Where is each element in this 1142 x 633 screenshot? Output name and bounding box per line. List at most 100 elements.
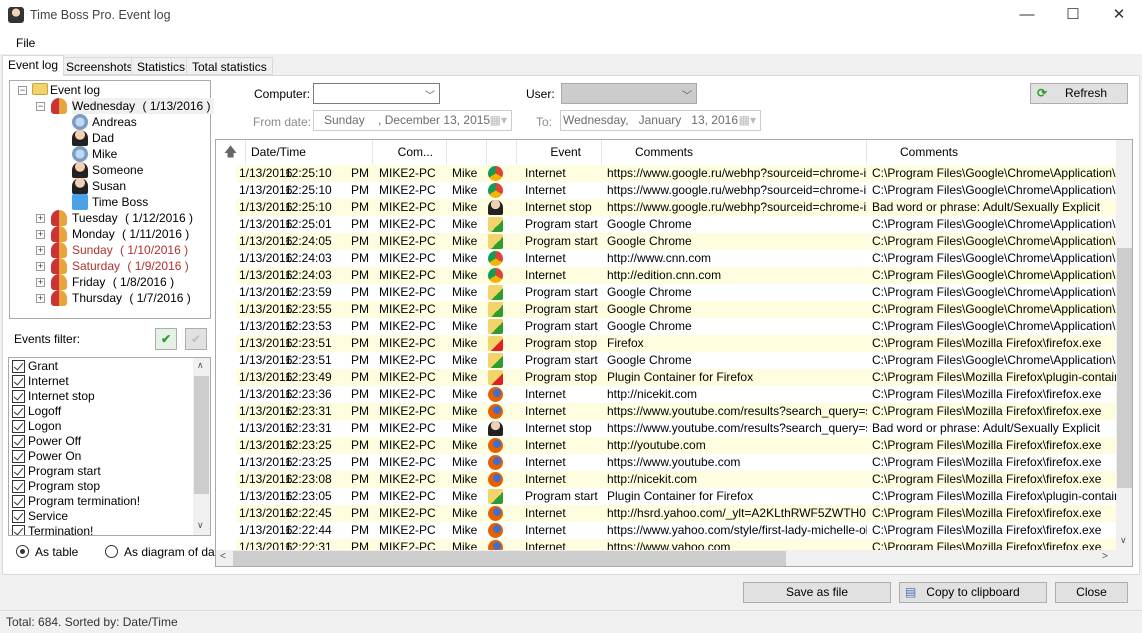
filter-checkbox-logon[interactable] <box>12 420 25 433</box>
table-row[interactable]: 1/13/2016 12:23:51 PM MIKE2-PC Mike Program s… <box>236 335 1116 352</box>
scroll-up-icon[interactable]: ∧ <box>197 360 204 371</box>
uncheck-all-button[interactable]: ✔ <box>185 328 207 350</box>
tree-user-susan[interactable]: Susan <box>92 178 126 194</box>
table-row[interactable]: 1/13/2016 12:23:25 PM MIKE2-PC Mike Internet h… <box>236 454 1116 471</box>
tree-user-time-boss[interactable]: Time Boss <box>92 194 148 210</box>
sort-arrow-icon[interactable]: 🡅 <box>216 140 246 164</box>
tab-total-statistics[interactable]: Total statistics <box>186 57 273 75</box>
table-row[interactable]: 1/13/2016 12:25:10 PM MIKE2-PC Mike Internet … <box>236 199 1116 216</box>
table-row[interactable]: 1/13/2016 12:23:25 PM MIKE2-PC Mike Internet h… <box>236 437 1116 454</box>
minimize-button[interactable]: — <box>1004 0 1050 32</box>
close-window-button[interactable]: ✕ <box>1096 0 1142 32</box>
cell-ampm: PM <box>351 251 369 265</box>
column-header-user[interactable] <box>447 140 487 164</box>
computer-select[interactable]: ﹀ <box>313 83 440 104</box>
tab-statistics[interactable]: Statistics <box>131 57 192 75</box>
copy-to-clipboard-button[interactable]: ▤ Copy to clipboard <box>899 582 1047 603</box>
filter-checkbox-program-start[interactable] <box>12 465 25 478</box>
filter-checkbox-power-off[interactable] <box>12 435 25 448</box>
filter-checkbox-termination-[interactable] <box>12 525 25 535</box>
filter-checkbox-internet-stop[interactable] <box>12 390 25 403</box>
tree-day-sunday[interactable]: Sunday ( 1/10/2016 ) <box>72 242 188 258</box>
cell-computer: MIKE2-PC <box>379 183 436 197</box>
tree-day-saturday[interactable]: Saturday ( 1/9/2016 ) <box>72 258 189 274</box>
table-row[interactable]: 1/13/2016 12:23:51 PM MIKE2-PC Mike Program s… <box>236 352 1117 369</box>
event-tree[interactable]: − Event log − Wednesday ( 1/13/2016 ) Andrea… <box>9 80 214 319</box>
table-row[interactable]: 1/13/2016 12:23:31 PM MIKE2-PC Mike Internet h… <box>236 403 1116 420</box>
tree-day-friday[interactable]: Friday ( 1/8/2016 ) <box>72 274 174 290</box>
table-row[interactable]: 1/13/2016 12:23:49 PM MIKE2-PC Mike Program s… <box>236 369 1117 386</box>
table-row[interactable]: 1/13/2016 12:25:10 PM MIKE2-PC Mike Internet h… <box>236 165 1117 182</box>
table-row[interactable]: 1/13/2016 12:25:10 PM MIKE2-PC Mike Internet h… <box>236 182 1117 199</box>
table-row[interactable]: 1/13/2016 12:24:03 PM MIKE2-PC Mike Internet h… <box>236 250 1117 267</box>
to-date-picker[interactable]: Wednesday, January 13, 2016 ▦▾ <box>560 110 761 131</box>
filter-checkbox-logoff[interactable] <box>12 405 25 418</box>
expand-icon[interactable]: + <box>36 246 45 255</box>
tree-day-wednesday[interactable]: Wednesday ( 1/13/2016 ) <box>72 98 214 114</box>
filter-checkbox-program-stop[interactable] <box>12 480 25 493</box>
tab-screenshots[interactable]: Screenshots <box>60 57 139 75</box>
tree-user-dad[interactable]: Dad <box>92 130 114 146</box>
tree-root[interactable]: Event log <box>50 82 100 98</box>
user-select[interactable]: ﹀ <box>561 83 697 104</box>
tree-day-monday[interactable]: Monday ( 1/11/2016 ) <box>72 226 189 242</box>
as-table-radio[interactable] <box>16 545 29 558</box>
table-row[interactable]: 1/13/2016 12:23:55 PM MIKE2-PC Mike Program s… <box>236 301 1117 318</box>
table-row[interactable]: 1/13/2016 12:23:31 PM MIKE2-PC Mike Internet … <box>236 420 1116 437</box>
filter-checkbox-internet[interactable] <box>12 375 25 388</box>
column-header-computer[interactable]: Com... <box>373 140 447 164</box>
table-vertical-scrollbar[interactable]: ∨ <box>1116 140 1132 551</box>
filter-checkbox-power-on[interactable] <box>12 450 25 463</box>
tree-day-tuesday[interactable]: Tuesday ( 1/12/2016 ) <box>72 210 193 226</box>
expand-icon[interactable]: + <box>36 278 45 287</box>
tree-user-mike[interactable]: Mike <box>92 146 117 162</box>
table-row[interactable]: 1/13/2016 12:24:05 PM MIKE2-PC Mike Program s… <box>236 233 1117 250</box>
menu-file[interactable]: File <box>16 36 35 50</box>
close-button[interactable]: Close <box>1055 582 1128 603</box>
table-hscroll-thumb[interactable] <box>233 551 786 566</box>
scroll-left-icon[interactable]: < <box>220 551 226 562</box>
column-header-icon[interactable] <box>487 140 517 164</box>
filter-checkbox-service[interactable] <box>12 510 25 523</box>
table-row[interactable]: 1/13/2016 12:22:45 PM MIKE2-PC Mike Internet h… <box>236 505 1116 522</box>
table-row[interactable]: 1/13/2016 12:25:01 PM MIKE2-PC Mike Program s… <box>236 216 1117 233</box>
filter-scrollbar[interactable]: ∧ ∨ <box>193 358 210 535</box>
scroll-down-icon[interactable]: ∨ <box>197 520 204 531</box>
tree-user-someone[interactable]: Someone <box>92 162 143 178</box>
collapse-icon[interactable]: − <box>36 102 45 111</box>
table-vscroll-thumb[interactable] <box>1117 248 1132 488</box>
table-row[interactable]: 1/13/2016 12:23:08 PM MIKE2-PC Mike Internet h… <box>236 471 1116 488</box>
from-date-picker[interactable]: Sunday , December 13, 2015 ▦▾ <box>313 110 512 131</box>
expand-icon[interactable]: + <box>36 214 45 223</box>
expand-icon[interactable]: + <box>36 230 45 239</box>
tree-user-andreas[interactable]: Andreas <box>92 114 137 130</box>
column-header-comments[interactable]: Comments <box>602 140 867 164</box>
filter-scroll-thumb[interactable] <box>194 376 209 494</box>
column-header-event[interactable]: Event <box>517 140 602 164</box>
table-row[interactable]: 1/13/2016 12:23:59 PM MIKE2-PC Mike Program s… <box>236 284 1117 301</box>
scroll-down-icon[interactable]: ∨ <box>1120 535 1127 546</box>
maximize-button[interactable]: ☐ <box>1050 0 1096 32</box>
table-row[interactable]: 1/13/2016 12:23:36 PM MIKE2-PC Mike Internet h… <box>236 386 1116 403</box>
table-row[interactable]: 1/13/2016 12:22:44 PM MIKE2-PC Mike Internet h… <box>236 522 1116 539</box>
as-diagram-radio[interactable] <box>105 545 118 558</box>
refresh-button[interactable]: ⟳ Refresh <box>1030 83 1128 104</box>
column-header-comments-2[interactable]: Comments <box>867 140 1117 164</box>
filter-checkbox-program-termination-[interactable] <box>12 495 25 508</box>
expand-icon[interactable]: + <box>36 294 45 303</box>
collapse-icon[interactable]: − <box>18 86 27 95</box>
table-row[interactable]: 1/13/2016 12:23:53 PM MIKE2-PC Mike Program s… <box>236 318 1117 335</box>
table-horizontal-scrollbar[interactable]: < > <box>216 550 1132 566</box>
cell-comment2: C:\Program Files\Mozilla Firefox\plugin-… <box>872 489 1117 503</box>
cell-comment1: Plugin Container for Firefox <box>607 489 754 503</box>
expand-icon[interactable]: + <box>36 262 45 271</box>
table-row[interactable]: 1/13/2016 12:23:05 PM MIKE2-PC Mike Program s… <box>236 488 1117 505</box>
filter-checkbox-grant[interactable] <box>12 360 25 373</box>
tree-day-thursday[interactable]: Thursday ( 1/7/2016 ) <box>72 290 191 306</box>
table-row[interactable]: 1/13/2016 12:24:03 PM MIKE2-PC Mike Internet h… <box>236 267 1117 284</box>
check-all-button[interactable]: ✔ <box>155 328 177 350</box>
tab-event-log[interactable]: Event log <box>2 55 65 76</box>
save-as-file-button[interactable]: Save as file <box>743 582 891 603</box>
column-header-datetime[interactable]: Date/Time <box>246 140 373 164</box>
scroll-right-icon[interactable]: > <box>1102 551 1108 562</box>
